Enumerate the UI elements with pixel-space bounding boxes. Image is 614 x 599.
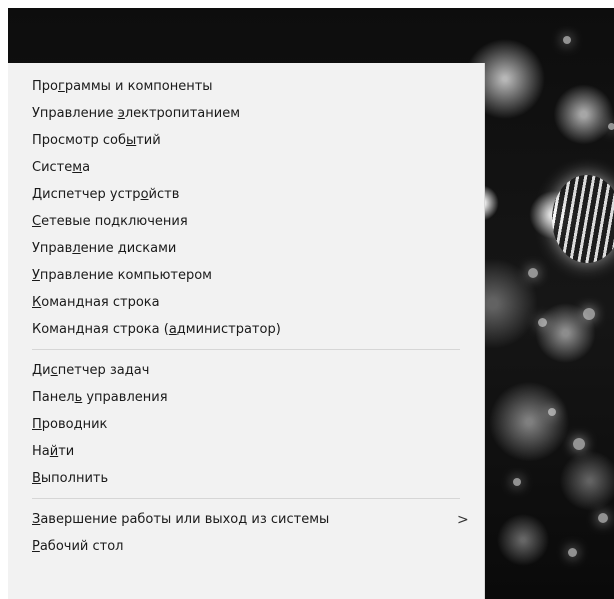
- menu-item-control-panel[interactable]: Панель управления: [8, 384, 484, 411]
- menu-item-command-prompt-admin[interactable]: Командная строка (администратор): [8, 316, 484, 343]
- menu-item-desktop[interactable]: Рабочий стол: [8, 533, 484, 560]
- bokeh-light: [548, 408, 556, 416]
- winx-context-menu: Программы и компоненты Управление электр…: [8, 63, 484, 599]
- menu-separator: [32, 498, 460, 499]
- bokeh-light: [538, 318, 547, 327]
- bokeh-light: [528, 268, 538, 278]
- menu-item-system[interactable]: Система: [8, 154, 484, 181]
- menu-item-programs[interactable]: Программы и компоненты: [8, 73, 484, 100]
- bokeh-light: [598, 513, 608, 523]
- menu-item-file-explorer[interactable]: Проводник: [8, 411, 484, 438]
- chevron-right-icon: >: [457, 511, 469, 528]
- menu-item-computer-management[interactable]: Управление компьютером: [8, 262, 484, 289]
- bokeh-light: [563, 36, 571, 44]
- menu-item-run[interactable]: Выполнить: [8, 465, 484, 492]
- menu-item-network-connections[interactable]: Сетевые подключения: [8, 208, 484, 235]
- menu-item-disk-management[interactable]: Управление дисками: [8, 235, 484, 262]
- menu-separator: [32, 349, 460, 350]
- bokeh-light: [513, 478, 521, 486]
- menu-item-command-prompt[interactable]: Командная строка: [8, 289, 484, 316]
- bokeh-light: [608, 123, 614, 130]
- bokeh-light: [583, 308, 595, 320]
- menu-item-device-manager[interactable]: Диспетчер устройств: [8, 181, 484, 208]
- menu-item-search[interactable]: Найти: [8, 438, 484, 465]
- menu-item-event-viewer[interactable]: Просмотр событий: [8, 127, 484, 154]
- menu-item-task-manager[interactable]: Диспетчер задач: [8, 357, 484, 384]
- menu-item-shutdown-signout[interactable]: Завершение работы или выход из системы >: [8, 506, 484, 533]
- ornament-image: [552, 175, 614, 263]
- menu-item-power-options[interactable]: Управление электропитанием: [8, 100, 484, 127]
- bokeh-light: [568, 548, 577, 557]
- bokeh-light: [573, 438, 585, 450]
